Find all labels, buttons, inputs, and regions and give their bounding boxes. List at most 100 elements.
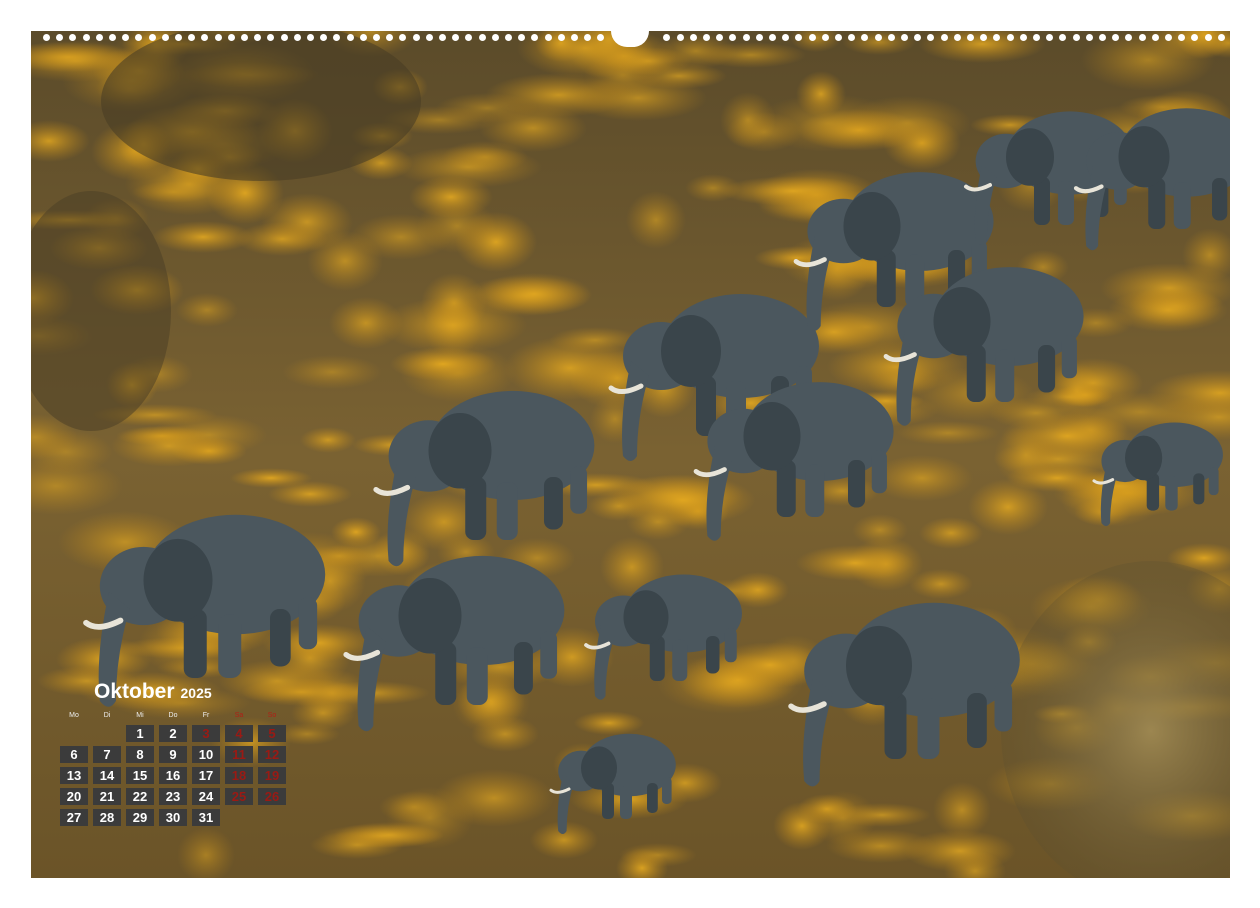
binding-hole — [1178, 34, 1186, 41]
grass-tuft — [773, 802, 831, 850]
binding-hole — [927, 34, 935, 41]
day-cell: 14 — [93, 767, 121, 784]
day-cell: 22 — [126, 788, 154, 805]
grass-tuft — [933, 782, 991, 838]
binding-hole — [452, 34, 460, 41]
binding-hole — [993, 34, 1001, 41]
binding-hole — [1112, 34, 1120, 41]
year: 2025 — [180, 685, 212, 701]
binding-hole — [597, 34, 605, 41]
binding-hole — [1059, 34, 1067, 41]
binding-hole — [1217, 34, 1225, 41]
binding-hole — [346, 34, 354, 41]
day-cell: 4 — [225, 725, 253, 742]
binding-hole — [135, 34, 143, 41]
day-cell: 6 — [60, 746, 88, 763]
day-cell: 5 — [258, 725, 286, 742]
grass-tuft — [394, 146, 542, 188]
binding-hole — [821, 34, 829, 41]
day-cell: 16 — [159, 767, 187, 784]
binding-hole — [280, 34, 288, 41]
grass-tuft — [230, 468, 312, 488]
binding-hole — [1019, 34, 1027, 41]
grass-tuft — [455, 212, 537, 272]
day-cell: 19 — [258, 767, 286, 784]
binding-hole — [320, 34, 328, 41]
binding-hole — [399, 34, 407, 41]
grass-tuft — [111, 425, 227, 467]
grass-tuft — [310, 831, 404, 859]
binding-hole — [373, 34, 380, 41]
binding-hole — [571, 34, 578, 41]
binding-hole — [227, 34, 235, 41]
binding-hole — [676, 34, 684, 41]
weekday-label: Sa — [234, 712, 244, 719]
day-cell: 11 — [225, 746, 253, 763]
day-cell: 13 — [60, 767, 88, 784]
grass-tuft — [852, 514, 908, 546]
binding-hole — [1204, 34, 1212, 41]
binding-hole — [848, 34, 856, 41]
binding-hole — [95, 34, 103, 41]
grass-tuft — [897, 421, 999, 445]
grass-tuft — [619, 843, 697, 867]
day-cell: 29 — [126, 809, 154, 826]
weekday-label: Mo — [69, 712, 79, 719]
binding-hole — [254, 34, 262, 41]
weekday-label: Di — [103, 712, 111, 719]
binding-hole — [465, 34, 473, 41]
binding-hole — [43, 34, 50, 41]
binding-hole — [333, 34, 341, 41]
day-cell: 28 — [93, 809, 121, 826]
binding-hole — [808, 34, 816, 41]
binding-hole — [557, 34, 565, 41]
binding-hole — [518, 34, 526, 41]
binding-hole — [1191, 34, 1199, 41]
grass-tuft — [479, 104, 587, 152]
day-cell: 30 — [159, 809, 187, 826]
binding-hole — [914, 34, 922, 41]
binding-hole — [1138, 34, 1146, 41]
grass-tuft — [282, 355, 382, 389]
binding-hole — [188, 34, 196, 41]
grass-tuft — [1025, 387, 1113, 407]
binding-hole — [742, 34, 750, 41]
day-cell: 23 — [159, 788, 187, 805]
binding-hole — [293, 34, 301, 41]
grass-tuft — [626, 191, 686, 249]
binding-hole — [386, 34, 394, 41]
binding-hole — [769, 34, 776, 41]
binding-hole — [1072, 34, 1080, 41]
weekday-label: Do — [168, 712, 178, 719]
binding-hole — [663, 34, 671, 41]
day-cell: 15 — [126, 767, 154, 784]
binding-hole — [307, 34, 314, 41]
binding-hole — [1006, 34, 1014, 41]
day-cell: 25 — [225, 788, 253, 805]
day-cell: 31 — [192, 809, 220, 826]
grass-tuft — [390, 347, 496, 381]
day-cell: 7 — [93, 746, 121, 763]
day-cell: 1 — [126, 725, 154, 742]
weekday-label: Fr — [202, 712, 210, 719]
grass-tuft — [696, 42, 806, 68]
binding-hole — [161, 34, 169, 41]
binding-hole — [953, 34, 961, 41]
binding-hole — [716, 34, 724, 41]
binding-hole — [1085, 34, 1093, 41]
day-cell: 3 — [192, 725, 220, 742]
binding-hole — [795, 34, 803, 41]
binding-hole — [729, 34, 737, 41]
day-cell: 24 — [192, 788, 220, 805]
grass-tuft — [386, 787, 474, 849]
binding-hole — [214, 34, 222, 41]
day-cell: 2 — [159, 725, 187, 742]
binding-hole — [82, 34, 90, 41]
grass-tuft — [1108, 288, 1228, 332]
day-cell: 21 — [93, 788, 121, 805]
day-cell: 9 — [159, 746, 187, 763]
day-cell: 10 — [192, 746, 220, 763]
grass-tuft — [307, 231, 383, 291]
binding-hole — [874, 34, 882, 41]
grass-tuft — [476, 273, 592, 315]
